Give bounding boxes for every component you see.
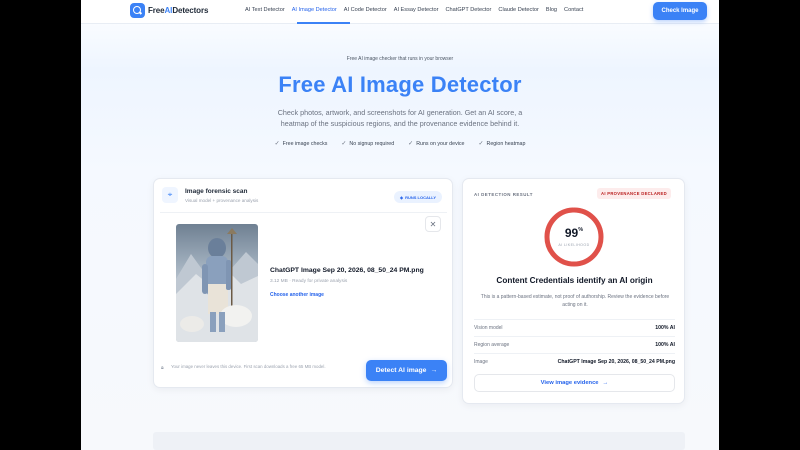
scan-card-subtitle: Visual model + provenance analysis	[185, 198, 259, 203]
active-tab-indicator	[297, 22, 350, 24]
result-row-vision-model: Vision model 100% AI	[474, 319, 675, 335]
logo[interactable]: FreeAIDetectors	[130, 3, 208, 18]
result-label: AI DETECTION RESULT	[474, 192, 533, 197]
nav-links: AI Text Detector AI Image Detector AI Co…	[245, 7, 590, 13]
file-meta: 3.12 MB · Ready for private analysis	[270, 279, 348, 284]
nav-link-ai-essay-detector[interactable]: AI Essay Detector	[394, 7, 439, 13]
check-icon: ✓	[274, 141, 280, 147]
logo-text: FreeAIDetectors	[148, 6, 209, 15]
thumbnail-art	[176, 228, 258, 342]
scan-card-title: Image forensic scan	[185, 188, 248, 195]
detect-ai-image-button[interactable]: Detect AI image →	[366, 360, 447, 381]
remove-image-button[interactable]: ✕	[425, 216, 441, 232]
page: FreeAIDetectors AI Text Detector AI Imag…	[81, 0, 719, 450]
image-thumbnail	[176, 224, 258, 342]
nav-link-ai-image-detector[interactable]: AI Image Detector	[292, 7, 337, 13]
score-caption: AI LIKELIHOOD	[558, 243, 590, 247]
file-name: ChatGPT Image Sep 20, 2026, 08_50_24 PM.…	[270, 267, 424, 274]
arrow-right-icon: →	[602, 380, 609, 386]
result-row-image: Image ChatGPT Image Sep 20, 2026, 08_50_…	[474, 353, 675, 369]
feature-list: ✓ Free image checks ✓ No signup required ✓…	[81, 140, 719, 148]
view-image-evidence-button[interactable]: View image evidence →	[474, 374, 675, 392]
logo-search-icon	[130, 3, 145, 18]
nav-link-ai-code-detector[interactable]: AI Code Detector	[344, 7, 387, 13]
result-card: AI DETECTION RESULT AI PROVENANCE DECLAR…	[462, 178, 685, 404]
top-nav: FreeAIDetectors AI Text Detector AI Imag…	[81, 0, 719, 24]
shield-icon: ◈	[400, 194, 404, 200]
check-image-button[interactable]: Check Image	[653, 2, 707, 20]
arrow-right-icon: →	[430, 367, 438, 374]
privacy-note: Your image never leaves this device. Fir…	[171, 364, 326, 369]
close-icon: ✕	[429, 219, 437, 229]
nav-link-blog[interactable]: Blog	[546, 7, 557, 13]
feature-item: ✓ No signup required	[341, 140, 395, 148]
scan-card: ⌖ Image forensic scan Visual model + pro…	[153, 178, 453, 388]
verdict-heading: Content Credentials identify an AI origi…	[496, 276, 653, 285]
hero-subtitle: Check photos, artwork, and screenshots f…	[277, 108, 523, 128]
choose-another-image-link[interactable]: Choose another image	[270, 292, 324, 298]
nav-link-ai-text-detector[interactable]: AI Text Detector	[245, 7, 285, 13]
result-row-region-average: Region average 100% AI	[474, 336, 675, 352]
runs-locally-badge: ◈ RUNS LOCALLY	[394, 191, 443, 203]
feature-item: ✓ Runs on your device	[408, 140, 465, 148]
next-section-strip	[153, 432, 685, 450]
nav-link-chatgpt-detector[interactable]: ChatGPT Detector	[446, 7, 492, 13]
check-icon: ✓	[408, 141, 414, 147]
check-icon: ✓	[478, 141, 484, 147]
hero-eyebrow: Free AI image checker that runs in your …	[346, 56, 454, 62]
check-icon: ✓	[341, 141, 347, 147]
feature-item: ✓ Free image checks	[274, 140, 328, 148]
feature-item: ✓ Region heatmap	[478, 140, 526, 148]
scan-icon: ⌖	[162, 187, 178, 203]
disclaimer-text: This is a pattern-based estimate, not pr…	[480, 294, 670, 308]
nav-link-claude-detector[interactable]: Claude Detector	[498, 7, 538, 13]
nav-link-contact[interactable]: Contact	[564, 7, 583, 13]
score-value: 99%	[564, 226, 584, 240]
provenance-badge: AI PROVENANCE DECLARED	[597, 188, 671, 199]
page-title: Free AI Image Detector	[278, 72, 522, 97]
